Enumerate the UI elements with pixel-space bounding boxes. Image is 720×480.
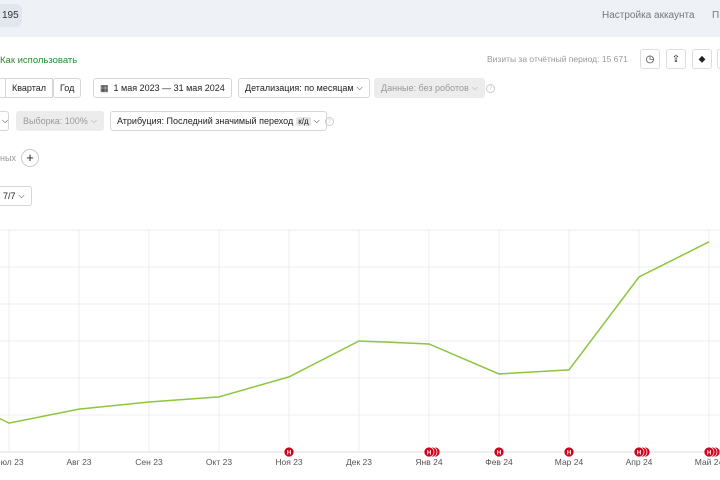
help-icon[interactable]: ? bbox=[325, 117, 334, 126]
detail-select[interactable]: Детализация: по месяцам ⌵ bbox=[238, 78, 370, 98]
annotation-label: Н bbox=[567, 451, 571, 457]
attribution-select[interactable]: Атрибуция: Последний значимый переход к/д… bbox=[110, 111, 327, 131]
top-link-cut[interactable]: П bbox=[712, 10, 719, 21]
annotation-label: Н bbox=[427, 451, 431, 457]
how-to-use-link[interactable]: Как использовать bbox=[0, 55, 77, 66]
cut-select[interactable]: ⌵ bbox=[0, 111, 9, 131]
chevron-down-icon: ⌵ bbox=[2, 116, 9, 125]
annotation-label: Н bbox=[287, 451, 291, 457]
x-tick-label: Фев 24 bbox=[485, 457, 513, 467]
compare-button[interactable]: ⬥ bbox=[692, 49, 712, 69]
chevron-down-icon: ⌵ bbox=[356, 83, 363, 92]
plus-icon: + bbox=[26, 150, 34, 165]
account-settings-link[interactable]: Настройка аккаунта bbox=[602, 10, 695, 21]
share-icon: ⇪ bbox=[671, 53, 681, 65]
calendar-icon: ▦ bbox=[100, 82, 109, 93]
metrics-select[interactable]: 7/7 ⌵ bbox=[0, 186, 32, 206]
x-tick-label: Авг 23 bbox=[66, 457, 91, 467]
visits-total: Визиты за отчётный период: 15 671 bbox=[487, 54, 628, 64]
sample-label: Выборка: 100% bbox=[23, 116, 88, 126]
add-segment-button[interactable]: + bbox=[21, 149, 39, 167]
data-select[interactable]: Данные: без роботов ⌵ bbox=[374, 78, 485, 98]
x-tick-label: Сен 23 bbox=[135, 457, 163, 467]
x-tick-label: Апр 24 bbox=[626, 457, 653, 467]
export-button[interactable]: ⇪ bbox=[666, 49, 686, 69]
annotation-label: Н bbox=[637, 451, 641, 457]
counter-pill[interactable]: 195 bbox=[0, 4, 22, 27]
compare-icon: ⬥ bbox=[698, 53, 706, 65]
top-bar: 195 Настройка аккаунта П bbox=[0, 0, 720, 37]
x-tick-label: Янв 24 bbox=[415, 457, 442, 467]
metrics-label: 7/7 bbox=[3, 191, 16, 201]
chevron-down-icon: ⌵ bbox=[18, 191, 25, 200]
x-tick-label: Окт 23 bbox=[206, 457, 232, 467]
annotation-label: Н bbox=[707, 451, 711, 457]
visits-chart: Июл 23 Авг 23 Сен 23 Окт 23 Ноя 23 Дек 23 Янв … bbox=[0, 229, 720, 467]
x-tick-label: Ноя 23 bbox=[275, 457, 303, 467]
x-tick-label: Мар 24 bbox=[555, 457, 584, 467]
chevron-down-icon: ⌵ bbox=[471, 83, 478, 92]
annotation-label: Н bbox=[497, 451, 501, 457]
attribution-label: Атрибуция: Последний значимый переход bbox=[117, 116, 294, 126]
chevron-down-icon: ⌵ bbox=[313, 116, 320, 125]
data-label: Данные: без роботов bbox=[381, 83, 469, 93]
period-quarter-button[interactable]: Квартал bbox=[5, 78, 54, 98]
clock-button[interactable]: ◷ bbox=[640, 49, 660, 69]
help-icon[interactable]: ? bbox=[486, 84, 495, 93]
x-tick-label: Май 24 bbox=[695, 457, 720, 467]
x-tick-label: Июл 23 bbox=[0, 457, 24, 467]
period-year-button[interactable]: Год bbox=[53, 78, 82, 98]
segments-label: ных bbox=[0, 153, 16, 163]
kd-badge: к/д bbox=[296, 116, 311, 126]
chevron-down-icon: ⌵ bbox=[90, 116, 97, 125]
series-line bbox=[0, 241, 710, 424]
date-range-button[interactable]: ▦ 1 мая 2023 — 31 мая 2024 bbox=[93, 78, 232, 98]
date-range-label: 1 мая 2023 — 31 мая 2024 bbox=[113, 83, 225, 93]
clock-icon: ◷ bbox=[645, 53, 655, 65]
x-tick-label: Дек 23 bbox=[346, 457, 372, 467]
sample-select[interactable]: Выборка: 100% ⌵ bbox=[16, 111, 104, 131]
detail-label: Детализация: по месяцам bbox=[245, 83, 354, 93]
